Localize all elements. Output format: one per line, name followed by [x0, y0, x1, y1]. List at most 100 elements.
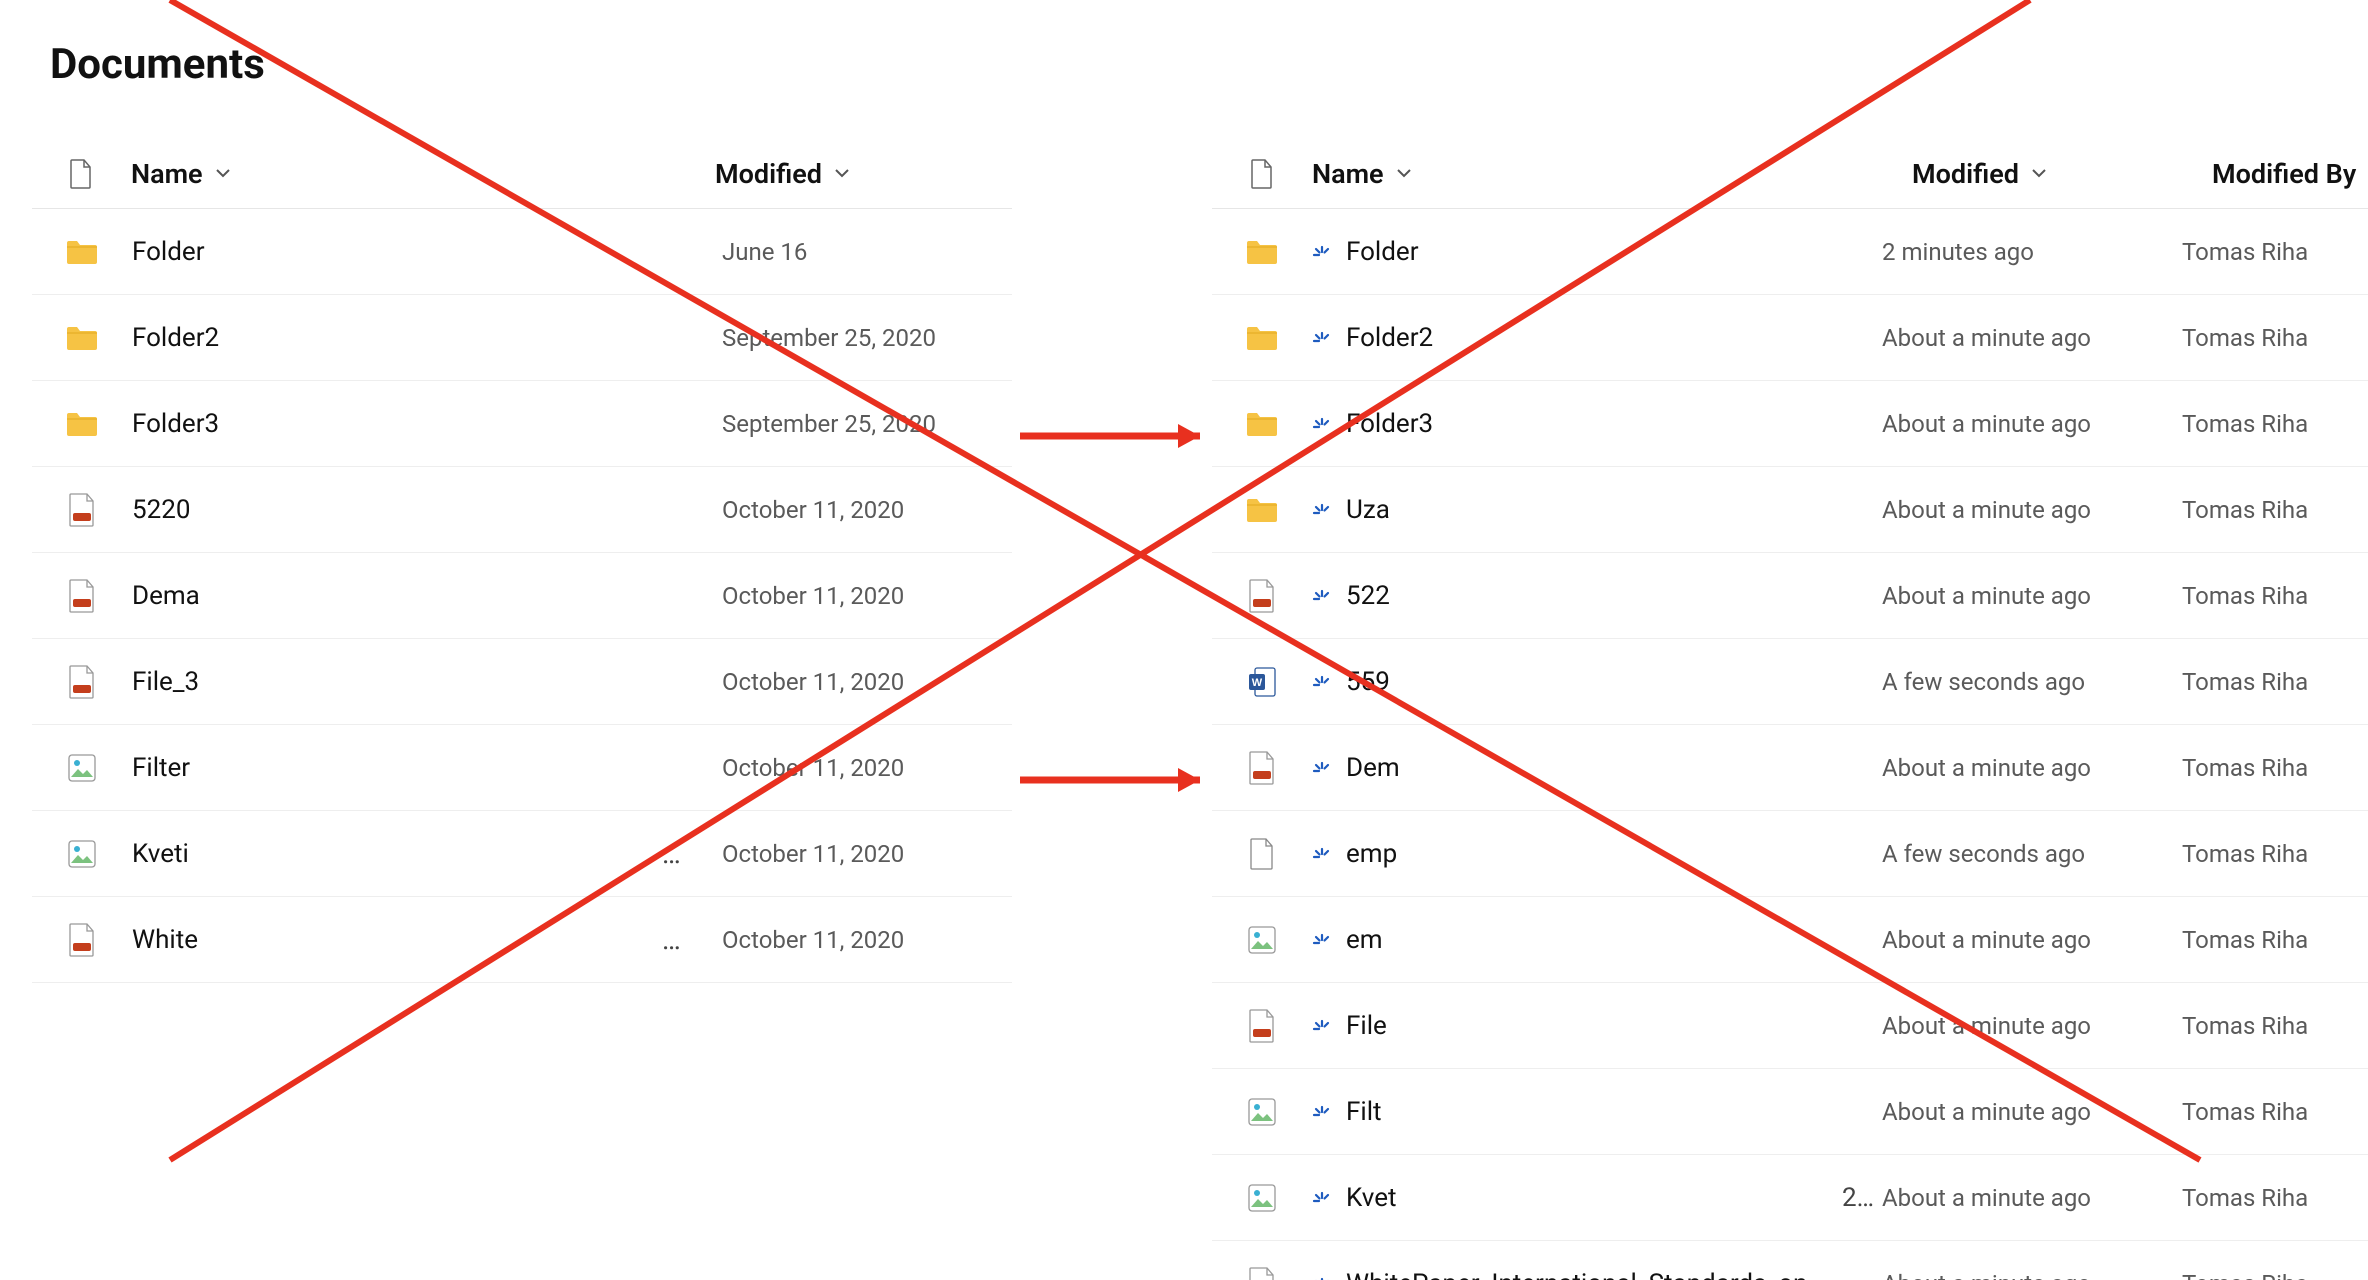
item-name-label: Filt	[1346, 1097, 1382, 1127]
list-item[interactable]: 522About a minute agoTomas Riha	[1212, 553, 2368, 639]
list-item[interactable]: Folder3September 25, 2020	[32, 381, 1012, 467]
item-name[interactable]: File_3	[132, 667, 652, 697]
file-icon	[1250, 159, 1274, 189]
item-name[interactable]: Uza	[1312, 495, 1842, 525]
destination-list: Name Modified Modified By Folder2 m	[1212, 139, 2368, 1280]
file-type-column-header[interactable]	[1212, 159, 1312, 189]
list-item[interactable]: W 559A few seconds agoTomas Riha	[1212, 639, 2368, 725]
item-name[interactable]: Filter	[132, 753, 652, 783]
item-name-label: Folder2	[132, 323, 219, 353]
file-icon	[1212, 838, 1312, 870]
item-name[interactable]: Folder	[132, 237, 652, 267]
item-name[interactable]: Kvet	[1312, 1183, 1842, 1213]
image-icon	[32, 839, 132, 869]
list-item[interactable]: UzaAbout a minute agoTomas Riha	[1212, 467, 2368, 553]
modified-date: June 16	[722, 238, 1002, 266]
item-name[interactable]: Filt	[1312, 1097, 1842, 1127]
modified-date: About a minute ago	[1882, 582, 2182, 610]
modified-date: About a minute ago	[1882, 1098, 2182, 1126]
item-name[interactable]: WhitePaper_International_Standards_on	[1312, 1269, 1842, 1280]
list-item[interactable]: DemAbout a minute agoTomas Riha	[1212, 725, 2368, 811]
item-name-label: 522	[1346, 581, 1390, 611]
new-item-badge-icon	[1312, 758, 1332, 778]
item-name[interactable]: White	[132, 925, 652, 955]
new-item-badge-icon	[1312, 586, 1332, 606]
pdf-icon	[32, 493, 132, 527]
list-item[interactable]: DemaOctober 11, 2020	[32, 553, 1012, 639]
list-item[interactable]: Folder3About a minute agoTomas Riha	[1212, 381, 2368, 467]
overflow-menu[interactable]: …	[652, 923, 722, 956]
item-name[interactable]: em	[1312, 925, 1842, 955]
list-item[interactable]: Folder June 16	[32, 209, 1012, 295]
modified-column-header[interactable]: Modified	[1912, 158, 2212, 190]
modified-by-column-header[interactable]: Modified By	[2212, 158, 2356, 190]
modified-by: Tomas Riha	[2182, 668, 2308, 696]
item-name[interactable]: 559	[1312, 667, 1842, 697]
item-name-label: Kvet	[1346, 1183, 1397, 1213]
overflow-menu[interactable]: 2…	[1842, 1183, 1882, 1213]
modified-by: Tomas Riha	[2182, 324, 2308, 352]
list-item[interactable]: 5220October 11, 2020	[32, 467, 1012, 553]
item-name[interactable]: File	[1312, 1011, 1842, 1041]
list-item[interactable]: White…October 11, 2020	[32, 897, 1012, 983]
modified-by: Tomas Riha	[2182, 840, 2308, 868]
pdf-icon	[1212, 1267, 1312, 1280]
item-name[interactable]: Folder	[1312, 237, 1842, 267]
list-header-right: Name Modified Modified By	[1212, 139, 2368, 209]
list-item[interactable]: Kvet2…About a minute agoTomas Riha	[1212, 1155, 2368, 1241]
modified-by: Tomas Riha	[2182, 410, 2308, 438]
list-item[interactable]: Folder2 minutes agoTomas Riha	[1212, 209, 2368, 295]
item-name[interactable]: emp	[1312, 839, 1842, 869]
modified-date: A few seconds ago	[1882, 668, 2182, 696]
list-item[interactable]: empA few seconds agoTomas Riha	[1212, 811, 2368, 897]
item-name[interactable]: Folder2	[132, 323, 652, 353]
name-column-header[interactable]: Name	[1312, 158, 1872, 190]
new-item-badge-icon	[1312, 672, 1332, 692]
item-name[interactable]: 522	[1312, 581, 1842, 611]
image-icon	[1212, 925, 1312, 955]
item-name-label: Folder	[1346, 237, 1419, 267]
pdf-icon	[1212, 751, 1312, 785]
modified-date: October 11, 2020	[722, 926, 1002, 954]
item-name[interactable]: Dem	[1312, 753, 1842, 783]
modified-by-column-label: Modified By	[2212, 158, 2356, 190]
modified-by: Tomas Riha	[2182, 1098, 2308, 1126]
item-name-label: Folder3	[132, 409, 219, 439]
list-item[interactable]: WhitePaper_International_Standards_on Abo…	[1212, 1241, 2368, 1280]
item-name[interactable]: Folder2	[1312, 323, 1842, 353]
list-item[interactable]: Filt About a minute agoTomas Riha	[1212, 1069, 2368, 1155]
new-item-badge-icon	[1312, 930, 1332, 950]
chevron-down-icon	[213, 158, 233, 190]
list-item[interactable]: Folder2About a minute agoTomas Riha	[1212, 295, 2368, 381]
item-name-label: File_3	[132, 667, 199, 697]
item-name[interactable]: Dema	[132, 581, 652, 611]
item-name[interactable]: Folder3	[1312, 409, 1842, 439]
list-item[interactable]: FilterOctober 11, 2020	[32, 725, 1012, 811]
item-name[interactable]: 5220	[132, 495, 652, 525]
list-item[interactable]: Kveti…October 11, 2020	[32, 811, 1012, 897]
new-item-badge-icon	[1312, 844, 1332, 864]
overflow-menu[interactable]: …	[652, 837, 722, 870]
modified-date: About a minute ago	[1882, 926, 2182, 954]
image-icon	[1212, 1183, 1312, 1213]
item-name-label: em	[1346, 925, 1383, 955]
folder-icon	[1212, 496, 1312, 524]
item-name-label: emp	[1346, 839, 1397, 869]
modified-column-header[interactable]: Modified	[715, 158, 1012, 190]
list-item[interactable]: emAbout a minute agoTomas Riha	[1212, 897, 2368, 983]
list-item[interactable]: Folder2September 25, 2020	[32, 295, 1012, 381]
list-item[interactable]: File_3October 11, 2020	[32, 639, 1012, 725]
item-name-label: Folder	[132, 237, 205, 267]
item-name[interactable]: Kveti	[132, 839, 652, 869]
new-item-badge-icon	[1312, 1102, 1332, 1122]
item-name-label: Folder2	[1346, 323, 1433, 353]
new-item-badge-icon	[1312, 328, 1332, 348]
modified-date: About a minute ago	[1882, 1012, 2182, 1040]
file-type-column-header[interactable]	[32, 159, 131, 189]
item-name[interactable]: Folder3	[132, 409, 652, 439]
item-name-label: Folder3	[1346, 409, 1433, 439]
folder-icon	[1212, 410, 1312, 438]
list-item[interactable]: FileAbout a minute agoTomas Riha	[1212, 983, 2368, 1069]
name-column-header[interactable]: Name	[131, 158, 715, 190]
modified-date: About a minute ago	[1882, 1270, 2182, 1280]
